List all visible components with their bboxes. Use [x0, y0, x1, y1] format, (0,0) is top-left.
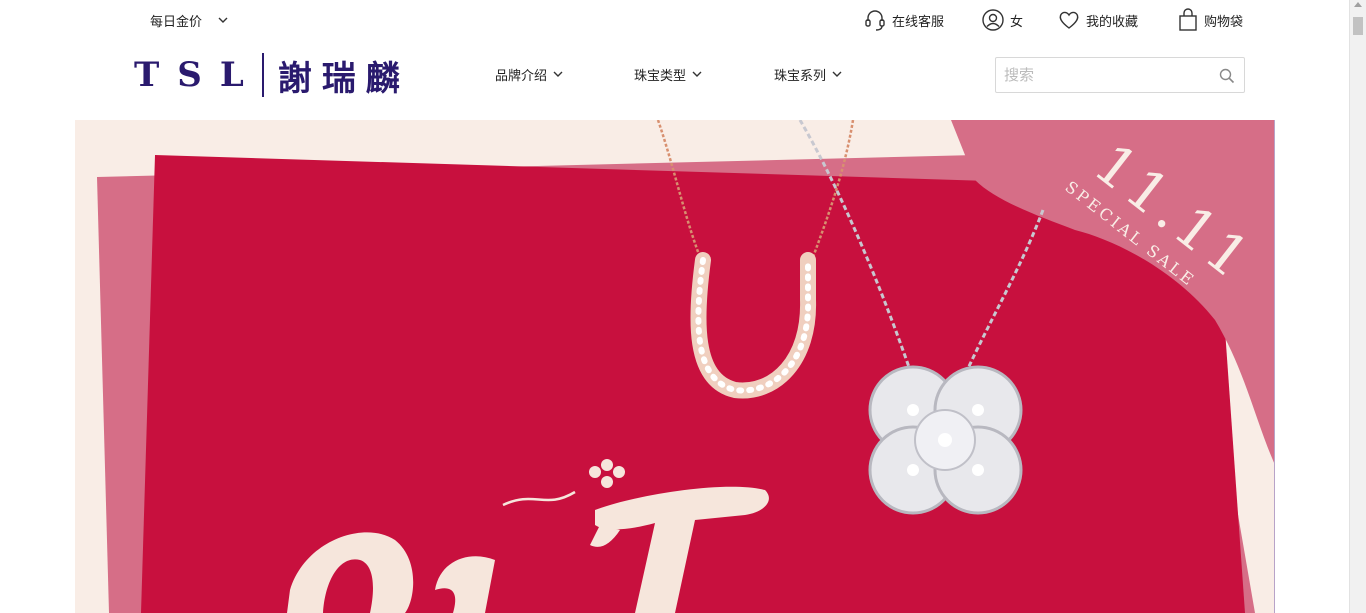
top-utility-bar: 每日金价 在线客服 女 我的收藏 购物袋	[0, 0, 1349, 40]
gold-price-dropdown[interactable]: 每日金价	[150, 11, 228, 30]
promo-banner[interactable]: 11.11 SPECIAL SALE	[75, 120, 1275, 613]
user-icon	[982, 9, 1004, 31]
scroll-thumb[interactable]	[1353, 17, 1363, 35]
logo-divider	[261, 53, 264, 97]
chevron-down-icon	[832, 71, 842, 77]
account-label: 女	[1010, 14, 1024, 30]
logo-cn-text: 謝瑞麟	[277, 58, 410, 99]
logo-en-text: TSL	[134, 55, 262, 95]
bag-icon	[1179, 8, 1197, 31]
online-service-link[interactable]: 在线客服	[864, 8, 944, 32]
shopping-bag-label: 购物袋	[1204, 14, 1244, 30]
chevron-down-icon	[692, 71, 702, 77]
search-box	[995, 57, 1245, 93]
nav-label: 品牌介绍	[495, 69, 548, 84]
heart-icon	[1059, 11, 1079, 29]
online-service-label: 在线客服	[892, 14, 945, 30]
headset-icon	[865, 10, 885, 31]
nav-label: 珠宝类型	[634, 69, 687, 84]
nav-jewelry-type[interactable]: 珠宝类型	[634, 65, 702, 84]
favorites-link[interactable]: 我的收藏	[1058, 8, 1138, 32]
page-scrollbar[interactable]	[1349, 0, 1366, 613]
nav-brand-intro[interactable]: 品牌介绍	[495, 65, 563, 84]
brand-logo[interactable]: TSL 謝瑞麟	[134, 52, 410, 99]
banner-artwork: 11.11 SPECIAL SALE	[97, 120, 1274, 613]
shopping-bag-link[interactable]: 购物袋	[1178, 8, 1243, 32]
search-icon[interactable]	[1219, 68, 1235, 84]
nav-jewelry-series[interactable]: 珠宝系列	[774, 65, 842, 84]
favorites-label: 我的收藏	[1086, 14, 1139, 30]
gold-price-label: 每日金价	[150, 15, 203, 30]
scroll-up-arrow-icon[interactable]	[1354, 2, 1362, 7]
chevron-down-icon	[553, 71, 563, 77]
search-input[interactable]	[996, 58, 1206, 92]
account-link[interactable]: 女	[982, 8, 1023, 32]
chevron-down-icon	[218, 17, 228, 23]
nav-label: 珠宝系列	[774, 69, 827, 84]
